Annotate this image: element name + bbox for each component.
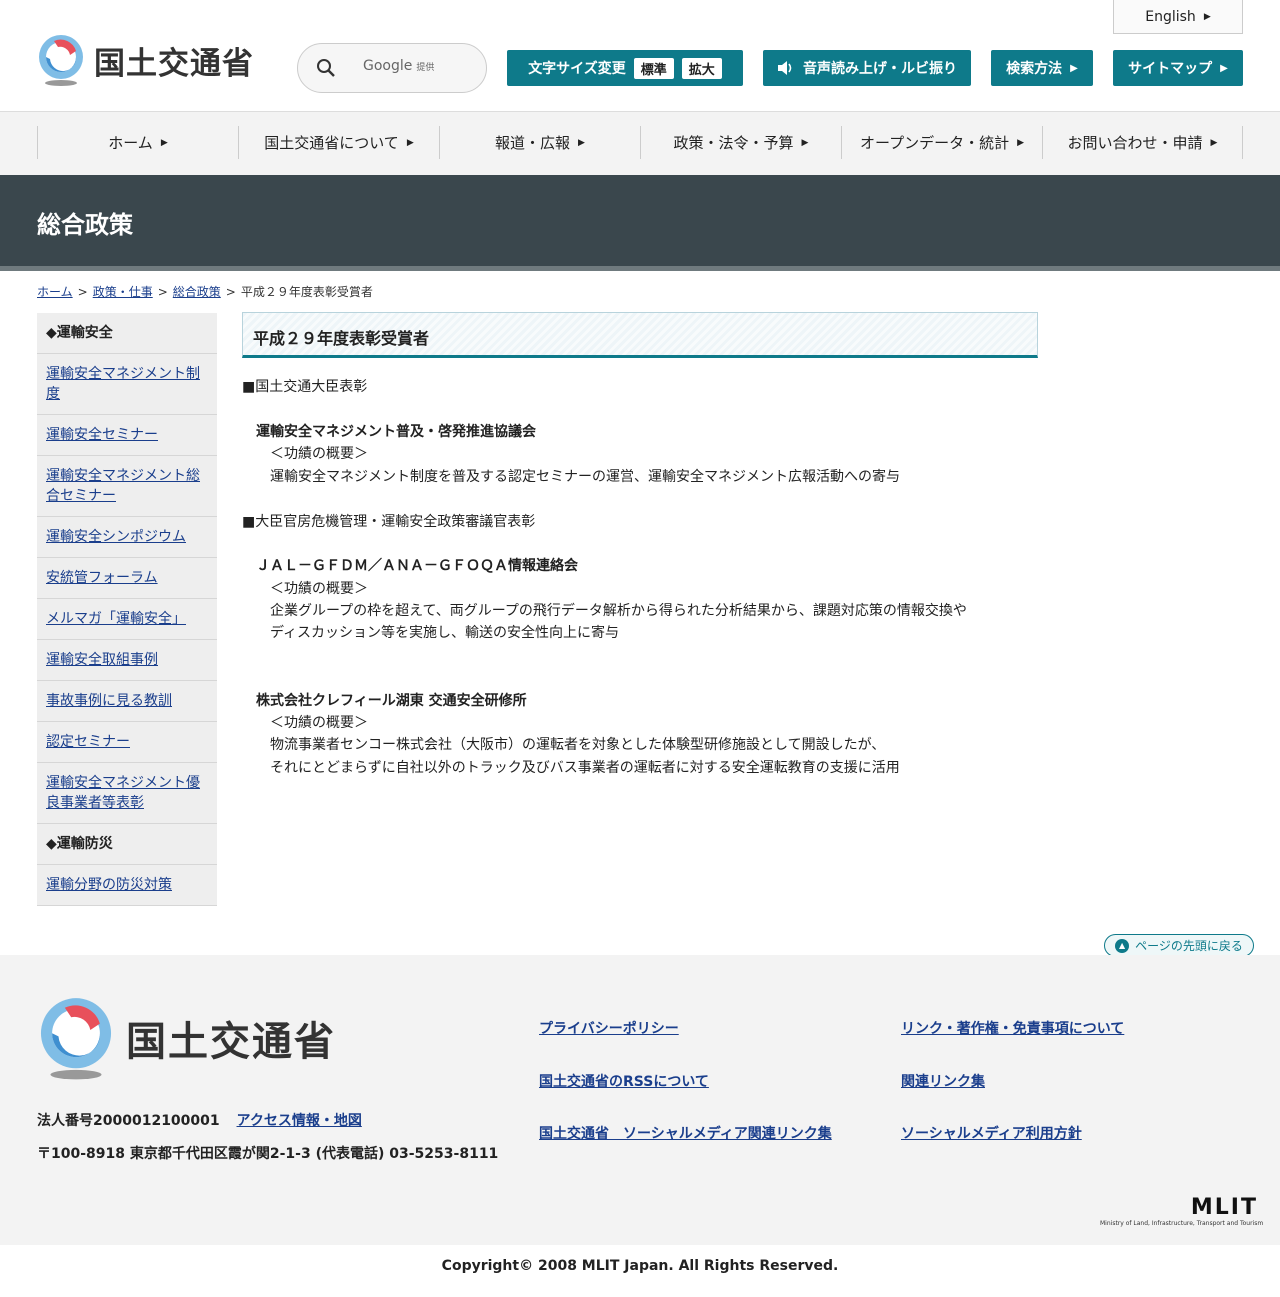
award-org: 株式会社クレフィール湖東 交通安全研修所 xyxy=(256,693,527,709)
breadcrumb-policy[interactable]: 政策・仕事 xyxy=(93,285,153,299)
nav-item-about[interactable]: 国土交通省について ▶ xyxy=(238,126,439,159)
nav-item-home[interactable]: ホーム ▶ xyxy=(37,126,238,159)
sidebar-link[interactable]: 事故事例に見る教訓 xyxy=(46,693,172,709)
font-large-button[interactable]: 拡大 xyxy=(681,57,722,79)
triangle-right-icon: ▶ xyxy=(1220,62,1228,74)
sidebar-link[interactable]: 運輸安全セミナー xyxy=(46,427,158,443)
search-placeholder: Google 提供 xyxy=(363,58,435,74)
speaker-icon xyxy=(778,61,792,75)
sidebar-item: 運輸安全取組事例 xyxy=(37,640,217,681)
nav-item-press[interactable]: 報道・広報 ▶ xyxy=(439,126,640,159)
sidebar-link[interactable]: 運輸安全マネジメント制度 xyxy=(46,366,200,402)
breadcrumb-current: 平成２９年度表彰受賞者 xyxy=(240,285,373,299)
summary-label: ＜功績の概要＞ xyxy=(270,446,368,462)
sidebar-link[interactable]: 認定セミナー xyxy=(46,734,130,750)
arrow-up-icon: ▲ xyxy=(1115,938,1130,953)
global-nav: ホーム ▶ 国土交通省について ▶ 報道・広報 ▶ 政策・法令・予算 ▶ オープンデータ… xyxy=(0,112,1280,175)
nav-item-policy[interactable]: 政策・法令・予算 ▶ xyxy=(640,126,841,159)
sidebar-link[interactable]: 運輸分野の防災対策 xyxy=(46,877,172,893)
sidebar-item: 運輸安全マネジメント優良事業者等表彰 xyxy=(37,763,217,824)
triangle-right-icon: ▶ xyxy=(1070,62,1078,74)
copyright: Copyright© 2008 MLIT Japan. All Rights R… xyxy=(441,1258,839,1274)
sidebar-link[interactable]: 安統管フォーラム xyxy=(46,570,158,586)
related-links[interactable]: 関連リンク集 xyxy=(901,1071,985,1091)
mlit-subtitle: Ministry of Land, Infrastructure, Transp… xyxy=(1100,1220,1264,1227)
breadcrumb: ホーム > 政策・仕事 > 総合政策 > 平成２９年度表彰受賞者 xyxy=(37,285,373,299)
summary-text: それにとどまらずに自社以外のトラック及びバス事業者の運転者に対する安全運転教育の… xyxy=(270,760,900,776)
sidebar-item: 運輸安全セミナー xyxy=(37,415,217,456)
font-size-control: 文字サイズ変更 標準 拡大 xyxy=(507,50,743,86)
summary-text: 物流事業者センコー株式会社（大阪市）の運転者を対象とした体験型研修施設として開設… xyxy=(270,737,886,753)
triangle-right-icon: ▶ xyxy=(1203,11,1211,22)
font-standard-button[interactable]: 標準 xyxy=(633,57,674,79)
site-search[interactable]: Google 提供 xyxy=(297,43,487,93)
access-link[interactable]: アクセス情報・地図 xyxy=(237,1113,362,1129)
site-logo[interactable]: 国土交通省 xyxy=(36,33,254,87)
sidebar-link[interactable]: メルマガ「運輸安全」 xyxy=(46,611,186,627)
section-heading: ■国土交通大臣表彰 xyxy=(242,379,368,395)
category-title: 総合政策 xyxy=(37,211,133,239)
copyright-link[interactable]: リンク・著作権・免責事項について xyxy=(901,1018,1124,1038)
corp-number: 法人番号2000012100001 xyxy=(37,1113,220,1129)
sidebar-link[interactable]: 運輸安全マネジメント優良事業者等表彰 xyxy=(46,775,200,811)
triangle-right-icon: ▶ xyxy=(801,137,809,148)
sidebar-item: 運輸分野の防災対策 xyxy=(37,865,217,906)
search-icon[interactable] xyxy=(316,58,336,78)
triangle-right-icon: ▶ xyxy=(1017,137,1025,148)
award-org: 運輸安全マネジメント普及・啓発推進協議会 xyxy=(256,424,536,440)
address: 〒100-8918 東京都千代田区霞が関2-1-3 (代表電話) 03-5253… xyxy=(37,1146,499,1162)
footer-logo[interactable]: 国土交通省 xyxy=(36,995,336,1081)
sidebar-heading-safety: ◆運輸安全 xyxy=(37,313,217,354)
sidebar-item: 認定セミナー xyxy=(37,722,217,763)
sidebar: ◆運輸安全 運輸安全マネジメント制度 運輸安全セミナー 運輸安全マネジメント総合… xyxy=(37,313,217,906)
sidebar-heading-disaster: ◆運輸防災 xyxy=(37,824,217,865)
sidebar-item: 事故事例に見る教訓 xyxy=(37,681,217,722)
triangle-right-icon: ▶ xyxy=(160,137,168,148)
nav-item-opendata[interactable]: オープンデータ・統計 ▶ xyxy=(841,126,1042,159)
breadcrumb-home[interactable]: ホーム xyxy=(37,285,73,299)
english-link[interactable]: English ▶ xyxy=(1113,0,1243,34)
sidebar-item: 安統管フォーラム xyxy=(37,558,217,599)
sitemap-button[interactable]: サイトマップ ▶ xyxy=(1113,50,1243,86)
corp-info: 法人番号2000012100001 アクセス情報・地図 xyxy=(37,1110,362,1130)
mlit-mark: MLIT Ministry of Land, Infrastructure, T… xyxy=(1100,1195,1264,1227)
triangle-right-icon: ▶ xyxy=(1210,137,1218,148)
breadcrumb-general[interactable]: 総合政策 xyxy=(173,285,221,299)
sidebar-item: メルマガ「運輸安全」 xyxy=(37,599,217,640)
sidebar-item: 運輸安全マネジメント制度 xyxy=(37,354,217,415)
search-method-button[interactable]: 検索方法 ▶ xyxy=(991,50,1093,86)
social-media-links[interactable]: 国土交通省 ソーシャルメディア関連リンク集 xyxy=(539,1123,832,1143)
sidebar-link[interactable]: 運輸安全取組事例 xyxy=(46,652,158,668)
summary-label: ＜功績の概要＞ xyxy=(270,581,368,597)
sidebar-link[interactable]: 運輸安全シンポジウム xyxy=(46,529,186,545)
summary-text: 運輸安全マネジメント制度を普及する認定セミナーの運営、運輸安全マネジメント広報活… xyxy=(270,469,900,485)
summary-label: ＜功績の概要＞ xyxy=(270,715,368,731)
category-banner: 総合政策 xyxy=(0,175,1280,271)
nav-item-contact[interactable]: お問い合わせ・申請 ▶ xyxy=(1042,126,1243,159)
rss-link[interactable]: 国土交通省のRSSについて xyxy=(539,1071,709,1091)
page-title: 平成２９年度表彰受賞者 xyxy=(242,312,1038,358)
privacy-link[interactable]: プライバシーポリシー xyxy=(539,1018,679,1038)
site-header: 国土交通省 Google 提供 English ▶ 文字サイズ変更 標準 拡大 音… xyxy=(0,0,1280,112)
social-media-policy-link[interactable]: ソーシャルメディア利用方針 xyxy=(901,1123,1082,1143)
award-org: ＪＡＬ－ＧＦＤＭ／ＡＮＡ－ＧＦＯＱＡ情報連絡会 xyxy=(256,558,578,574)
sidebar-item: 運輸安全マネジメント総合セミナー xyxy=(37,456,217,517)
footer-logo-text: 国土交通省 xyxy=(126,1019,336,1065)
triangle-right-icon: ▶ xyxy=(406,137,414,148)
logo-text: 国土交通省 xyxy=(94,45,254,82)
sidebar-link[interactable]: 運輸安全マネジメント総合セミナー xyxy=(46,468,200,504)
mlit-wordmark: MLIT xyxy=(1190,1195,1258,1220)
section-heading: ■大臣官房危機管理・運輸安全政策審議官表彰 xyxy=(242,514,536,530)
triangle-right-icon: ▶ xyxy=(578,137,585,148)
back-to-top-button[interactable]: ▲ ページの先頭に戻る xyxy=(1104,934,1254,957)
sidebar-item: 運輸安全シンポジウム xyxy=(37,517,217,558)
mlit-logo-icon xyxy=(39,35,83,86)
readaloud-button[interactable]: 音声読み上げ・ルビ振り xyxy=(763,50,971,86)
mlit-logo-icon xyxy=(40,998,112,1080)
summary-text: ディスカッション等を実施し、輸送の安全性向上に寄与 xyxy=(270,625,620,641)
site-footer: 国土交通省 法人番号2000012100001 アクセス情報・地図 〒100-8… xyxy=(0,955,1280,1245)
main-content: 平成２９年度表彰受賞者 ■国土交通大臣表彰 運輸安全マネジメント普及・啓発推進協… xyxy=(242,312,1038,776)
summary-text: 企業グループの枠を超えて、両グループの飛行データ解析から得られた分析結果から、課… xyxy=(270,603,967,619)
